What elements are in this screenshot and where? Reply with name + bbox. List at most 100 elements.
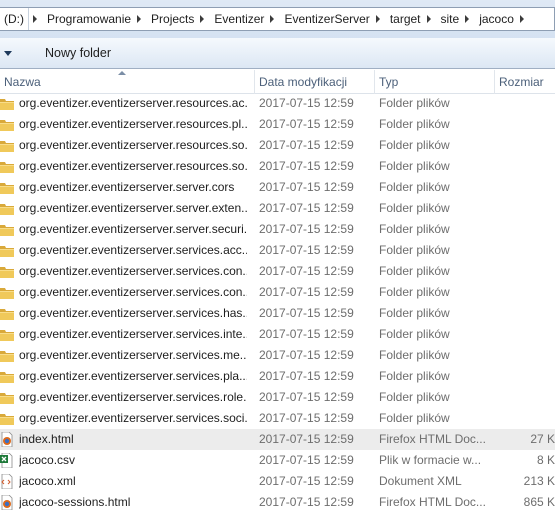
drive-crumb[interactable]: (D:) (0, 8, 29, 30)
file-type: Folder plików (379, 117, 450, 131)
file-type: Folder plików (379, 222, 450, 236)
file-type: Folder plików (379, 201, 450, 215)
chevron-right-icon[interactable] (426, 15, 431, 23)
file-row[interactable]: jacoco.csv 2017-07-15 12:59 Plik w formaci… (0, 450, 555, 471)
file-list: org.eventizer.eventizerserver.resources.… (0, 93, 555, 511)
file-date-modified: 2017-07-15 12:59 (259, 348, 354, 362)
file-name: index.html (19, 432, 74, 446)
file-date-modified: 2017-07-15 12:59 (259, 306, 354, 320)
file-row[interactable]: index.html 2017-07-15 12:59 Firefox HTML D… (0, 429, 555, 450)
file-date-modified: 2017-07-15 12:59 (259, 327, 354, 341)
file-date-modified: 2017-07-15 12:59 (259, 159, 354, 173)
file-row[interactable]: org.eventizer.eventizerserver.services.p… (0, 366, 555, 387)
file-type: Dokument XML (379, 474, 462, 488)
breadcrumb-target[interactable]: target (385, 8, 423, 30)
file-date-modified: 2017-07-15 12:59 (259, 474, 354, 488)
file-size: 865 K (523, 495, 555, 509)
file-type: Folder plików (379, 411, 450, 425)
file-name: org.eventizer.eventizerserver.services.r… (19, 390, 247, 404)
file-row[interactable]: org.eventizer.eventizerserver.server.cor… (0, 177, 555, 198)
address-bar-area: (D:) Programowanie Projects Eventizer Ev… (0, 0, 555, 38)
file-type: Firefox HTML Doc... (379, 432, 486, 446)
file-name: org.eventizer.eventizerserver.resources.… (19, 138, 247, 152)
file-type: Folder plików (379, 180, 450, 194)
file-row[interactable]: jacoco.xml 2017-07-15 12:59 Dokument XML 21… (0, 471, 555, 492)
breadcrumb-projects[interactable]: Projects (146, 8, 196, 30)
file-type: Folder plików (379, 369, 450, 383)
address-bar[interactable]: (D:) Programowanie Projects Eventizer Ev… (0, 7, 555, 31)
organize-dropdown-icon[interactable] (4, 50, 12, 56)
file-row[interactable]: jacoco-sessions.html 2017-07-15 12:59 Fire… (0, 492, 555, 511)
file-row[interactable]: org.eventizer.eventizerserver.resources.… (0, 156, 555, 177)
file-type: Folder plików (379, 390, 450, 404)
file-row[interactable]: org.eventizer.eventizerserver.services.h… (0, 303, 555, 324)
file-row[interactable]: org.eventizer.eventizerserver.resources.… (0, 114, 555, 135)
file-name: org.eventizer.eventizerserver.server.ext… (19, 201, 247, 215)
file-name: org.eventizer.eventizerserver.server.sec… (19, 222, 247, 236)
file-date-modified: 2017-07-15 12:59 (259, 264, 354, 278)
chevron-right-icon[interactable] (137, 15, 142, 23)
file-row[interactable]: org.eventizer.eventizerserver.server.ext… (0, 198, 555, 219)
file-date-modified: 2017-07-15 12:59 (259, 369, 354, 383)
file-name: jacoco.csv (19, 453, 76, 467)
file-date-modified: 2017-07-15 12:59 (259, 285, 354, 299)
column-header-name[interactable]: Nazwa (0, 70, 255, 94)
chevron-right-icon[interactable] (33, 15, 37, 23)
file-name: org.eventizer.eventizerserver.server.cor… (19, 180, 235, 194)
breadcrumb-eventizerserver[interactable]: EventizerServer (279, 8, 371, 30)
file-name: org.eventizer.eventizerserver.services.s… (19, 411, 247, 425)
file-row[interactable]: org.eventizer.eventizerserver.services.c… (0, 282, 555, 303)
file-row[interactable]: org.eventizer.eventizerserver.services.s… (0, 408, 555, 429)
file-type: Folder plików (379, 243, 450, 257)
breadcrumb-jacoco[interactable]: jacoco (474, 8, 516, 30)
file-type: Folder plików (379, 306, 450, 320)
file-type: Folder plików (379, 96, 450, 110)
column-header-date[interactable]: Data modyfikacji (255, 70, 375, 94)
chevron-right-icon[interactable] (465, 15, 470, 23)
file-date-modified: 2017-07-15 12:59 (259, 180, 354, 194)
file-date-modified: 2017-07-15 12:59 (259, 117, 354, 131)
command-toolbar: Nowy folder (0, 38, 555, 69)
breadcrumb-eventizer[interactable]: Eventizer (209, 8, 266, 30)
file-size: 27 K (530, 432, 555, 446)
column-header-type[interactable]: Typ (375, 70, 495, 94)
file-type: Folder plików (379, 327, 450, 341)
file-row[interactable]: org.eventizer.eventizerserver.services.i… (0, 324, 555, 345)
file-name: org.eventizer.eventizerserver.services.p… (19, 369, 247, 383)
file-name: org.eventizer.eventizerserver.services.i… (19, 327, 247, 341)
file-name: org.eventizer.eventizerserver.services.h… (19, 306, 247, 320)
chevron-right-icon[interactable] (519, 15, 524, 23)
file-row[interactable]: org.eventizer.eventizerserver.services.m… (0, 345, 555, 366)
file-name: org.eventizer.eventizerserver.services.c… (19, 285, 247, 299)
file-date-modified: 2017-07-15 12:59 (259, 222, 354, 236)
file-date-modified: 2017-07-15 12:59 (259, 453, 354, 467)
breadcrumb-programowanie[interactable]: Programowanie (42, 8, 133, 30)
column-header-size[interactable]: Rozmiar (495, 70, 555, 94)
breadcrumb-site[interactable]: site (436, 8, 462, 30)
file-date-modified: 2017-07-15 12:59 (259, 201, 354, 215)
file-row[interactable]: org.eventizer.eventizerserver.server.sec… (0, 219, 555, 240)
file-type: Folder plików (379, 264, 450, 278)
file-row[interactable]: org.eventizer.eventizerserver.resources.… (0, 93, 555, 114)
file-date-modified: 2017-07-15 12:59 (259, 411, 354, 425)
chevron-right-icon[interactable] (200, 15, 205, 23)
file-type: Folder plików (379, 138, 450, 152)
new-folder-button[interactable]: Nowy folder (39, 43, 117, 63)
file-type: Plik w formacie w... (379, 453, 482, 467)
file-row[interactable]: org.eventizer.eventizerserver.resources.… (0, 135, 555, 156)
file-row[interactable]: org.eventizer.eventizerserver.services.c… (0, 261, 555, 282)
file-date-modified: 2017-07-15 12:59 (259, 243, 354, 257)
column-headers: Nazwa Data modyfikacji Typ Rozmiar (0, 70, 555, 94)
chevron-right-icon[interactable] (270, 15, 275, 23)
file-name: org.eventizer.eventizerserver.resources.… (19, 96, 247, 110)
file-type: Firefox HTML Doc... (379, 495, 486, 509)
file-name: org.eventizer.eventizerserver.services.c… (19, 264, 247, 278)
file-row[interactable]: org.eventizer.eventizerserver.services.r… (0, 387, 555, 408)
file-date-modified: 2017-07-15 12:59 (259, 138, 354, 152)
chevron-right-icon[interactable] (375, 15, 380, 23)
file-date-modified: 2017-07-15 12:59 (259, 495, 354, 509)
file-date-modified: 2017-07-15 12:59 (259, 390, 354, 404)
file-row[interactable]: org.eventizer.eventizerserver.services.a… (0, 240, 555, 261)
file-name: org.eventizer.eventizerserver.resources.… (19, 117, 247, 131)
file-type: Folder plików (379, 285, 450, 299)
